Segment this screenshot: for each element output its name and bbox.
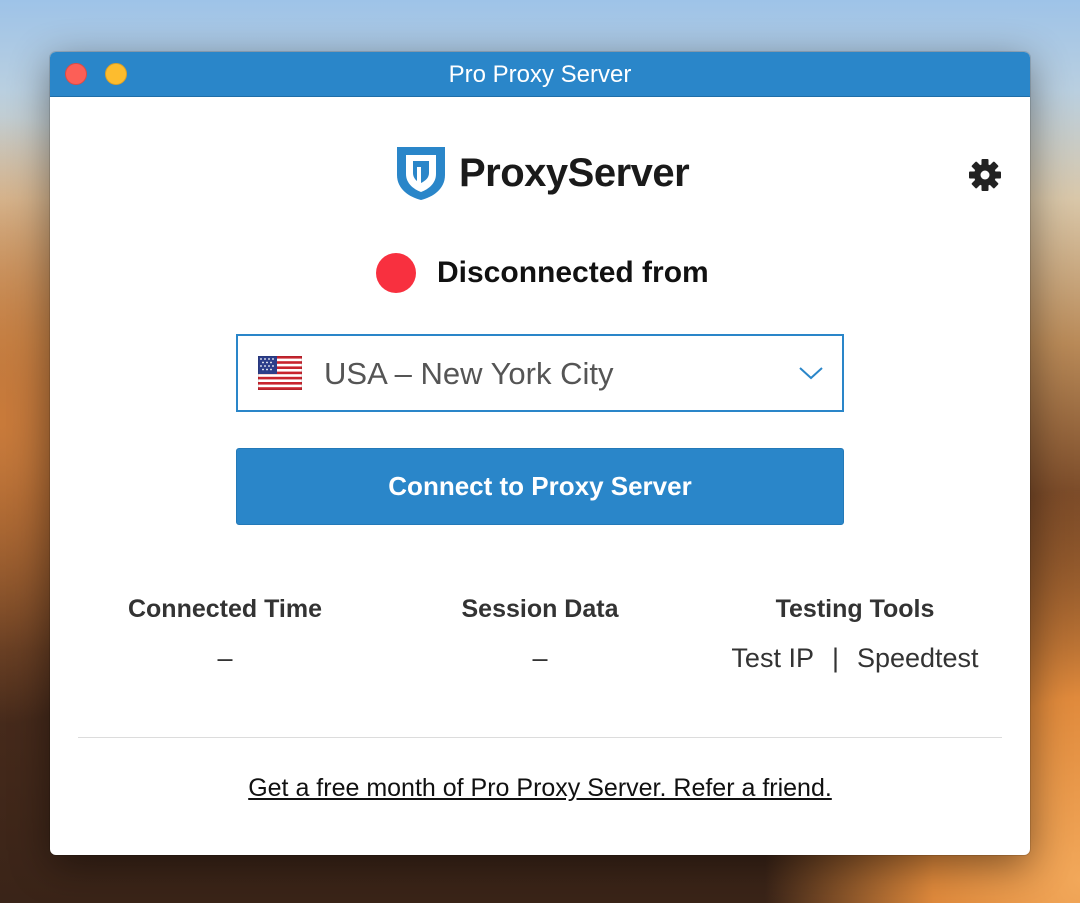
brand-logo: ProxyServer (395, 145, 690, 201)
selected-location: USA – New York City (324, 356, 614, 391)
divider (78, 737, 1002, 738)
shield-logo-icon (397, 147, 445, 200)
gear-icon[interactable] (968, 158, 1002, 192)
referral-link-container: Get a free month of Pro Proxy Server. Re… (50, 774, 1030, 803)
brand-name: ProxyServer (459, 150, 690, 195)
connected-time-label: Connected Time (127, 595, 323, 623)
status-indicator (376, 253, 416, 293)
location-dropdown[interactable]: USA – New York City (236, 334, 844, 412)
status-text: Disconnected from (437, 256, 709, 289)
connection-status: Disconnected from (376, 250, 709, 296)
testing-tools-label: Testing Tools (775, 595, 935, 623)
testing-tools-stat: Testing Tools Test IP | Speedtest (705, 592, 1005, 676)
session-data-label: Session Data (461, 595, 619, 623)
app-window: Pro Proxy Server ProxyServer Disconnecte… (50, 52, 1030, 855)
session-data-stat: Session Data – (390, 592, 690, 676)
chevron-down-icon (799, 367, 823, 380)
session-data-value: – (532, 643, 548, 673)
connected-time-value: – (217, 643, 233, 673)
referral-link[interactable]: Get a free month of Pro Proxy Server. Re… (248, 774, 832, 802)
speedtest-link[interactable]: Speedtest (857, 640, 979, 676)
test-ip-link[interactable]: Test IP (731, 640, 814, 676)
title-bar[interactable]: Pro Proxy Server (50, 52, 1030, 97)
testing-tools-links: Test IP | Speedtest (705, 640, 1005, 676)
tools-separator: | (831, 643, 839, 673)
window-title: Pro Proxy Server (448, 61, 632, 88)
connected-time-stat: Connected Time – (75, 592, 375, 676)
us-flag-icon (258, 356, 302, 390)
connect-button[interactable]: Connect to Proxy Server (236, 448, 844, 525)
